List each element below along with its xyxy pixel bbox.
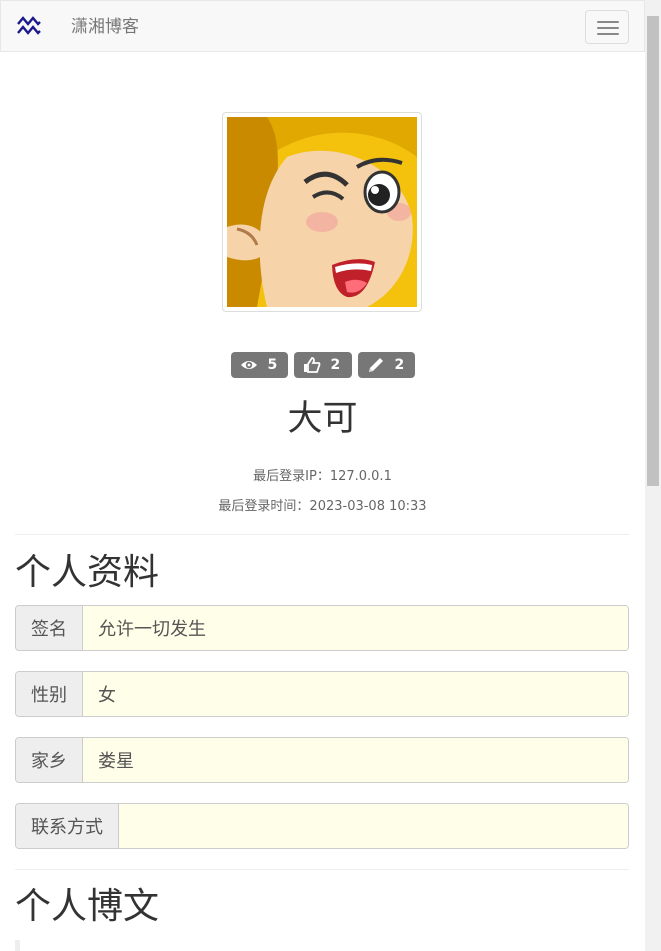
contact-label: 联系方式 xyxy=(16,804,119,848)
signature-value[interactable]: 允许一切发生 xyxy=(83,606,628,650)
brand-title[interactable]: 潇湘博客 xyxy=(71,16,139,38)
posts-badge: 2 xyxy=(357,352,415,378)
wave-logo-icon[interactable] xyxy=(17,15,41,37)
likes-count: 2 xyxy=(330,357,341,373)
contact-value[interactable] xyxy=(119,804,628,848)
hamburger-menu-icon xyxy=(597,21,619,23)
scrollbar[interactable] xyxy=(645,0,661,951)
posts-count: 2 xyxy=(394,357,405,373)
signature-field: 签名 允许一切发生 xyxy=(15,605,629,651)
personal-blogs-title: 个人博文 xyxy=(15,886,160,927)
scrollbar-thumb[interactable] xyxy=(647,16,659,486)
views-count: 5 xyxy=(267,357,278,373)
eye-icon xyxy=(240,361,257,369)
last-login-ip: 最后登录IP：127.0.0.1 xyxy=(253,469,392,484)
gender-label: 性别 xyxy=(16,672,83,716)
hamburger-line xyxy=(597,27,619,29)
navbar: 潇湘博客 xyxy=(0,0,645,52)
divider xyxy=(15,534,629,535)
divider xyxy=(15,869,629,870)
views-badge: 5 xyxy=(230,352,288,378)
likes-badge: 2 xyxy=(293,352,352,378)
hamburger-menu-button[interactable] xyxy=(585,10,629,44)
blog-list-edge xyxy=(15,940,20,951)
gender-field: 性别 女 xyxy=(15,671,629,717)
contact-field: 联系方式 xyxy=(15,803,629,849)
pencil-icon xyxy=(368,358,383,372)
hometown-label: 家乡 xyxy=(16,738,83,782)
thumbs-up-icon xyxy=(303,357,320,373)
username: 大可 xyxy=(287,399,358,439)
hometown-value[interactable]: 娄星 xyxy=(83,738,628,782)
last-login-time: 最后登录时间：2023-03-08 10:33 xyxy=(218,499,427,514)
signature-label: 签名 xyxy=(16,606,83,650)
avatar xyxy=(222,112,422,312)
personal-info-title: 个人资料 xyxy=(15,552,160,593)
stats-row: 5 2 2 xyxy=(0,352,645,378)
hometown-field: 家乡 娄星 xyxy=(15,737,629,783)
hamburger-line xyxy=(597,33,619,35)
cartoon-avatar-image xyxy=(227,117,417,307)
gender-value[interactable]: 女 xyxy=(83,672,628,716)
